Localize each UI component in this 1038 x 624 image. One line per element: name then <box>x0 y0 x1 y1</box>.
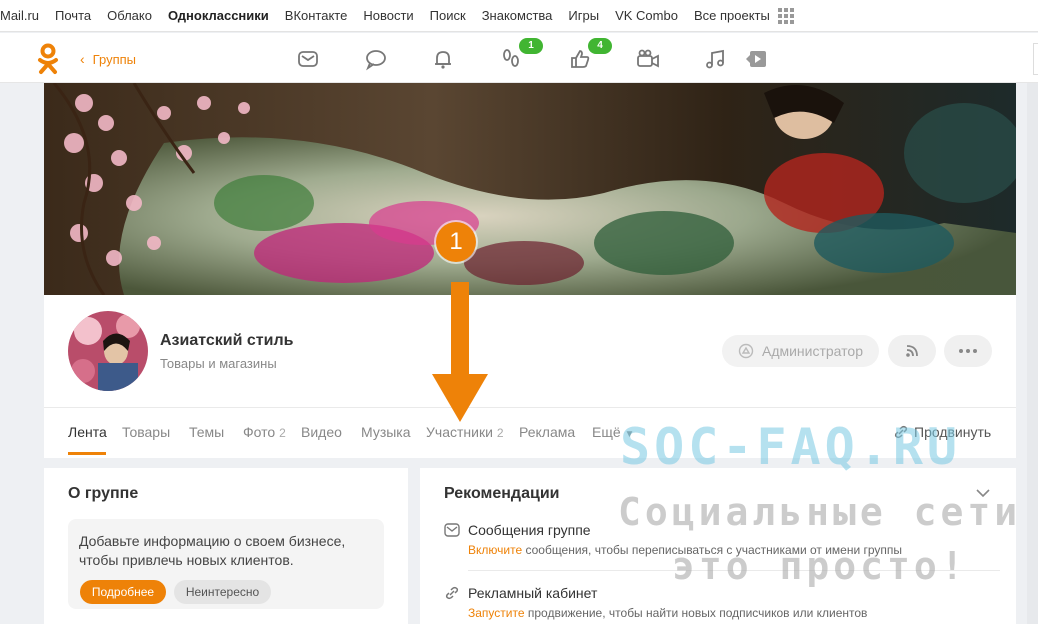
portal-link-vk[interactable]: ВКонтакте <box>285 8 348 23</box>
administrator-button[interactable]: Администратор <box>722 335 879 367</box>
enable-messages-link[interactable]: Включите <box>468 543 522 557</box>
tab-feed[interactable]: Лента <box>68 424 107 440</box>
video-player-icon[interactable] <box>744 47 768 71</box>
watermark-tagline: Социальные сети <box>618 490 1022 534</box>
portal-link-mail[interactable]: Почта <box>55 8 91 23</box>
header-search-edge[interactable] <box>1033 43 1038 75</box>
recommendation-ad-cabinet: Рекламный кабинет Запустите продвижение,… <box>444 585 867 620</box>
discussions-icon[interactable] <box>364 47 388 71</box>
about-group-card: О группе Добавьте информацию о своем биз… <box>44 468 408 624</box>
recommendation-title: Рекламный кабинет <box>468 585 598 601</box>
likes-badge: 4 <box>588 38 612 54</box>
link-icon <box>445 586 459 600</box>
tab-music[interactable]: Музыка <box>361 424 411 440</box>
guests-footprints-icon[interactable]: 1 <box>499 38 543 71</box>
launch-promotion-link[interactable]: Запустите <box>468 606 525 620</box>
portal-link-vkcombo[interactable]: VK Combo <box>615 8 678 23</box>
side-scroll-strip <box>1027 83 1038 624</box>
tab-topics[interactable]: Темы <box>189 424 224 440</box>
recommendation-title: Сообщения группе <box>468 522 591 538</box>
messages-icon[interactable] <box>296 47 320 71</box>
admin-shield-icon <box>738 343 754 359</box>
music-note-icon[interactable] <box>703 47 727 71</box>
watermark-site: SOC-FAQ.RU <box>620 418 962 476</box>
tab-advertising[interactable]: Реклама <box>519 424 575 440</box>
not-interested-button[interactable]: Неинтересно <box>174 580 271 604</box>
portal-link-all-projects[interactable]: Все проекты <box>694 8 770 23</box>
ok-header: ‹ Группы 1 4 <box>0 33 1038 83</box>
business-info-prompt: Добавьте информацию о своем бизнесе, что… <box>68 519 384 609</box>
envelope-icon <box>444 523 460 537</box>
more-dot <box>966 349 970 353</box>
apps-grid-icon[interactable] <box>777 7 794 24</box>
group-name: Азиатский стиль <box>160 332 294 349</box>
portal-link-games[interactable]: Игры <box>568 8 599 23</box>
portal-link-ok[interactable]: Одноклассники <box>168 8 269 23</box>
tab-video[interactable]: Видео <box>301 424 342 440</box>
pointer-arrow-icon <box>432 282 488 422</box>
portal-link-mailru[interactable]: Mail.ru <box>0 8 39 23</box>
group-avatar[interactable] <box>68 311 148 391</box>
more-dot <box>959 349 963 353</box>
tab-photos[interactable]: Фото 2 <box>243 424 286 440</box>
back-to-groups-link[interactable]: ‹ Группы <box>80 51 136 67</box>
portal-nav-bar: Mail.ru Почта Облако Одноклассники ВКонт… <box>0 0 1038 32</box>
business-info-text: Добавьте информацию о своем бизнесе, что… <box>79 533 346 568</box>
subscribe-feed-button[interactable] <box>888 335 936 367</box>
portal-link-news[interactable]: Новости <box>363 8 413 23</box>
likes-thumb-icon[interactable]: 4 <box>568 38 612 71</box>
tab-products[interactable]: Товары <box>122 424 170 440</box>
notifications-bell-icon[interactable] <box>431 47 455 71</box>
portal-link-search[interactable]: Поиск <box>430 8 466 23</box>
video-camera-icon[interactable] <box>636 47 660 71</box>
back-link-label: Группы <box>92 51 136 67</box>
portal-link-cloud[interactable]: Облако <box>107 8 152 23</box>
recommendations-title: Рекомендации <box>444 485 560 502</box>
tab-members[interactable]: Участники 2 <box>426 424 504 440</box>
chevron-left-icon: ‹ <box>80 51 85 67</box>
portal-link-dating[interactable]: Знакомства <box>482 8 553 23</box>
step-number-badge: 1 <box>436 222 476 262</box>
ok-logo-icon[interactable] <box>37 43 59 75</box>
about-group-title: О группе <box>68 485 139 502</box>
guests-badge: 1 <box>519 38 543 54</box>
recommendation-desc: продвижение, чтобы найти новых подписчик… <box>524 606 868 620</box>
rss-icon <box>906 345 918 357</box>
administrator-label: Администратор <box>761 343 863 359</box>
more-dot <box>973 349 977 353</box>
active-tab-indicator <box>68 452 106 455</box>
group-cover-image <box>44 83 1016 295</box>
group-category[interactable]: Товары и магазины <box>160 356 277 371</box>
more-options-button[interactable] <box>944 335 992 367</box>
watermark-tagline-2: это просто! <box>672 544 968 588</box>
tabs-divider <box>44 407 1016 408</box>
more-details-button[interactable]: Подробнее <box>80 580 166 604</box>
